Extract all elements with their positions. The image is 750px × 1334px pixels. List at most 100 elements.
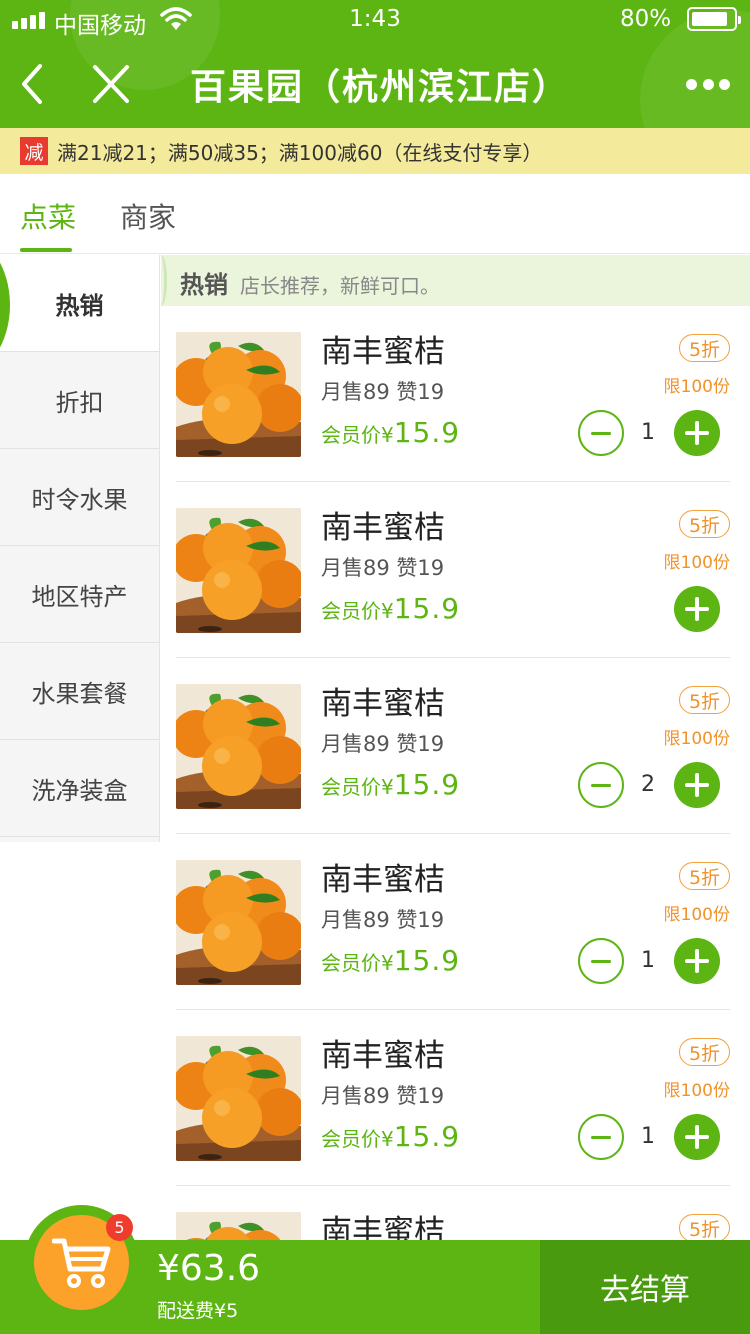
product-name: 南丰蜜桔 (321, 1214, 445, 1240)
discount-badge: 5折 (679, 1214, 730, 1240)
category-label: 热销 (55, 291, 104, 320)
more-icon[interactable] (686, 72, 730, 96)
add-to-cart-button[interactable] (674, 1114, 720, 1160)
mandarin-image (176, 508, 301, 633)
product-item[interactable]: 南丰蜜桔 月售89 赞19 会员价¥15.9 5折 限100份 1 (176, 834, 730, 1010)
decrease-quantity-button[interactable] (578, 762, 624, 808)
product-image[interactable] (176, 508, 301, 633)
discount-badge: 5折 (679, 334, 730, 362)
product-sales: 月售89 赞19 (321, 732, 445, 756)
quantity-value: 1 (641, 420, 655, 445)
add-to-cart-button[interactable] (674, 410, 720, 456)
category-active-indicator (0, 255, 10, 351)
battery-icon (687, 7, 741, 31)
purchase-limit: 限100份 (663, 1081, 730, 1101)
quantity-value: 1 (641, 948, 655, 973)
product-sales: 月售89 赞19 (321, 380, 445, 404)
add-to-cart-button[interactable] (674, 762, 720, 808)
product-image[interactable] (176, 1036, 301, 1161)
section-subtitle: 店长推荐，新鲜可口。 (240, 274, 440, 298)
product-price: 会员价¥15.9 (321, 1120, 460, 1153)
price-label: 会员价¥ (321, 775, 394, 799)
category-label: 洗净装盒 (31, 776, 128, 805)
quantity-value: 1 (641, 1124, 655, 1149)
promo-text: 满21减21；满50减35；满100减60（在线支付专享） (57, 140, 543, 165)
price-value: 15.9 (393, 1120, 461, 1153)
purchase-limit: 限100份 (663, 905, 730, 925)
product-item[interactable]: 南丰蜜桔 月售89 赞19 会员价¥15.9 5折 限100份 2 (176, 658, 730, 834)
discount-badge: 5折 (679, 510, 730, 538)
product-sales: 月售89 赞19 (321, 556, 445, 580)
product-list[interactable]: 南丰蜜桔 月售89 赞19 会员价¥15.9 5折 限100份 1 南丰蜜桔 月… (161, 306, 750, 1240)
tab-merchant[interactable]: 商家 (120, 196, 176, 236)
category-label: 地区特产 (31, 582, 128, 611)
product-name: 南丰蜜桔 (321, 686, 445, 722)
product-image[interactable] (176, 1212, 301, 1240)
cart-total: ¥63.6 (157, 1248, 261, 1289)
product-name: 南丰蜜桔 (321, 1038, 445, 1074)
product-name: 南丰蜜桔 (321, 862, 445, 898)
product-price: 会员价¥15.9 (321, 416, 460, 449)
category-item-discount[interactable]: 折扣 (0, 352, 159, 449)
add-to-cart-button[interactable] (674, 586, 720, 632)
decrease-quantity-button[interactable] (578, 938, 624, 984)
promo-banner: 减 满21减21；满50减35；满100减60（在线支付专享） (0, 128, 750, 174)
price-value: 15.9 (393, 944, 461, 977)
category-label: 时令水果 (31, 485, 128, 514)
price-label: 会员价¥ (321, 951, 394, 975)
product-image[interactable] (176, 684, 301, 809)
product-image[interactable] (176, 860, 301, 985)
category-label: 折扣 (55, 388, 104, 417)
tab-underline (20, 248, 72, 252)
product-name: 南丰蜜桔 (321, 334, 445, 370)
product-price: 会员价¥15.9 (321, 768, 460, 801)
price-label: 会员价¥ (321, 1127, 394, 1151)
promo-badge: 减 (20, 137, 48, 165)
product-sales: 月售89 赞19 (321, 908, 445, 932)
price-value: 15.9 (393, 416, 461, 449)
category-label: 水果套餐 (31, 679, 128, 708)
discount-badge: 5折 (679, 686, 730, 714)
mandarin-image (176, 684, 301, 809)
category-item-seasonal[interactable]: 时令水果 (0, 449, 159, 546)
product-item[interactable]: 南丰蜜桔 月售89 赞19 会员价¥15.9 5折 限100份 1 (176, 1010, 730, 1186)
product-price: 会员价¥15.9 (321, 592, 460, 625)
mandarin-image (176, 332, 301, 457)
product-item[interactable]: 南丰蜜桔 月售89 赞19 会员价¥15.9 5折 限100份 (176, 1186, 730, 1240)
decrease-quantity-button[interactable] (578, 1114, 624, 1160)
header: 中国移动 1:43 80% 百果园（杭州滨江店） (0, 0, 750, 128)
category-item-hot[interactable]: 热销 (0, 255, 159, 352)
discount-badge: 5折 (679, 862, 730, 890)
purchase-limit: 限100份 (663, 377, 730, 397)
price-value: 15.9 (393, 592, 461, 625)
mandarin-image (176, 1036, 301, 1161)
price-label: 会员价¥ (321, 599, 394, 623)
mandarin-image (176, 860, 301, 985)
mandarin-image (176, 1212, 301, 1240)
delivery-fee: 配送费¥5 (157, 1300, 239, 1322)
quantity-value: 2 (641, 772, 655, 797)
price-label: 会员价¥ (321, 423, 394, 447)
category-item-boxed[interactable]: 洗净装盒 (0, 740, 159, 837)
product-item[interactable]: 南丰蜜桔 月售89 赞19 会员价¥15.9 5折 限100份 1 (176, 306, 730, 482)
status-bar: 中国移动 1:43 80% (0, 0, 750, 40)
section-title: 热销 (180, 271, 228, 299)
category-item-combo[interactable]: 水果套餐 (0, 643, 159, 740)
product-image[interactable] (176, 332, 301, 457)
tab-order[interactable]: 点菜 (20, 196, 76, 236)
tab-bar: 点菜 商家 (0, 174, 750, 254)
cart-count-badge: 5 (106, 1214, 133, 1241)
price-value: 15.9 (393, 768, 461, 801)
battery-percentage: 80% (620, 6, 672, 32)
product-name: 南丰蜜桔 (321, 510, 445, 546)
product-item[interactable]: 南丰蜜桔 月售89 赞19 会员价¥15.9 5折 限100份 (176, 482, 730, 658)
decrease-quantity-button[interactable] (578, 410, 624, 456)
product-sales: 月售89 赞19 (321, 1084, 445, 1108)
product-price: 会员价¥15.9 (321, 944, 460, 977)
category-sidebar: 热销 折扣 时令水果 地区特产 水果套餐 洗净装盒 (0, 255, 160, 842)
checkout-button[interactable]: 去结算 (540, 1240, 750, 1334)
category-item-regional[interactable]: 地区特产 (0, 546, 159, 643)
page-title: 百果园（杭州滨江店） (189, 67, 570, 108)
section-header: 热销 店长推荐，新鲜可口。 (161, 255, 750, 306)
add-to-cart-button[interactable] (674, 938, 720, 984)
